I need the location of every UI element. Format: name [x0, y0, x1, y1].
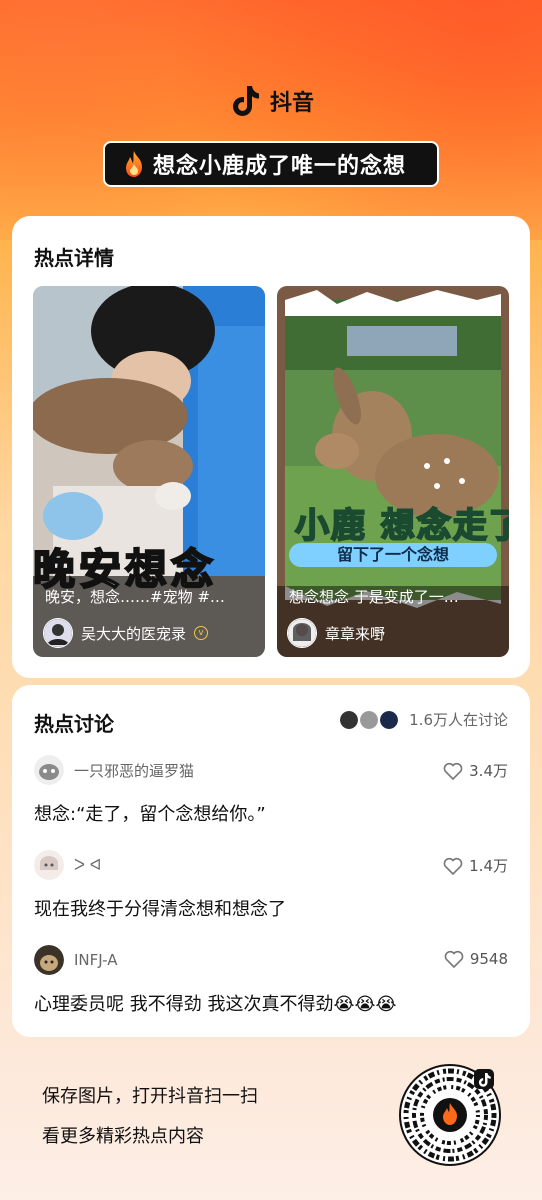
comment-avatar: [34, 945, 64, 975]
comment-text: 心理委员呢 我不得劲 我这次真不得劲😭😭😭: [34, 994, 397, 1015]
app-name: 抖音: [269, 91, 314, 116]
video-card-2[interactable]: 小鹿 想念走了 留下了一个念想 想念想念 于是变成了一… 章章来嘢: [277, 286, 509, 657]
comment-username: ᐳ ᐊ: [74, 856, 102, 874]
discussion-count: 1.6万人在讨论: [339, 709, 508, 730]
heart-icon: [444, 950, 464, 968]
qr-code[interactable]: [398, 1063, 502, 1167]
comment-header[interactable]: INFJ-A: [34, 945, 118, 975]
hot-detail-card: 热点详情 晚安想念 晚安，想念……#宠物 #… 吴大大的医宠录 v 小鹿 想念走…: [12, 216, 530, 678]
video-author-2[interactable]: 章章来嘢: [287, 618, 385, 648]
author-name-2: 章章来嘢: [325, 624, 386, 643]
douyin-note-icon: [228, 84, 262, 118]
comment-username: INFJ-A: [74, 951, 118, 969]
footer-instruction: 保存图片，打开抖音扫一扫: [42, 1086, 258, 1107]
header-background: [0, 0, 542, 240]
comment-username: 一只邪恶的逼罗猫: [74, 761, 195, 780]
author-avatar-2: [287, 618, 317, 648]
topic-title: 想念小鹿成了唯一的念想: [153, 154, 407, 179]
verified-icon: v: [194, 626, 209, 640]
author-avatar-1: [43, 618, 73, 648]
topic-banner[interactable]: 想念小鹿成了唯一的念想: [103, 141, 439, 187]
participant-avatar: [339, 709, 360, 730]
douyin-logo: 抖音: [0, 84, 542, 118]
video-overlay-subtitle-2: 留下了一个念想: [289, 543, 497, 567]
participant-avatar: [379, 709, 400, 730]
comment-text: 现在我终于分得清念想和想念了: [34, 899, 286, 920]
video-card-1[interactable]: 晚安想念 晚安，想念……#宠物 #… 吴大大的医宠录 v: [33, 286, 265, 657]
hot-discussion-title: 热点讨论: [34, 712, 114, 736]
like-count: 3.4万: [469, 762, 508, 780]
heart-icon: [443, 857, 463, 875]
comment-header[interactable]: 一只邪恶的逼罗猫: [34, 755, 194, 785]
discussion-count-text: 1.6万人在讨论: [409, 711, 508, 729]
video-caption-2: 想念想念 于是变成了一…: [289, 588, 459, 606]
like-button[interactable]: 9548: [444, 950, 508, 968]
hot-detail-title: 热点详情: [34, 246, 114, 270]
comment-avatar: [34, 850, 64, 880]
footer-subtext: 看更多精彩热点内容: [42, 1126, 204, 1147]
like-button[interactable]: 3.4万: [443, 760, 508, 781]
video-overlay-title-2: 小鹿 想念走了: [294, 505, 509, 547]
like-count: 1.4万: [469, 857, 508, 875]
heart-icon: [443, 762, 463, 780]
comment-header[interactable]: ᐳ ᐊ: [34, 850, 101, 880]
hot-discussion-card: 热点讨论 1.6万人在讨论 一只邪恶的逼罗猫 3.4万 想念:“走了，留个念想给…: [12, 685, 530, 1037]
author-name-1: 吴大大的医宠录: [81, 624, 187, 643]
video-author-1[interactable]: 吴大大的医宠录 v: [43, 618, 209, 648]
flame-icon: [126, 151, 142, 177]
comment-text: 想念:“走了，留个念想给你。”: [34, 804, 266, 825]
like-button[interactable]: 1.4万: [443, 855, 508, 876]
participant-avatar: [359, 709, 380, 730]
comment-avatar: [34, 755, 64, 785]
like-count: 9548: [469, 950, 508, 968]
video-caption-1: 晚安，想念……#宠物 #…: [45, 588, 225, 606]
